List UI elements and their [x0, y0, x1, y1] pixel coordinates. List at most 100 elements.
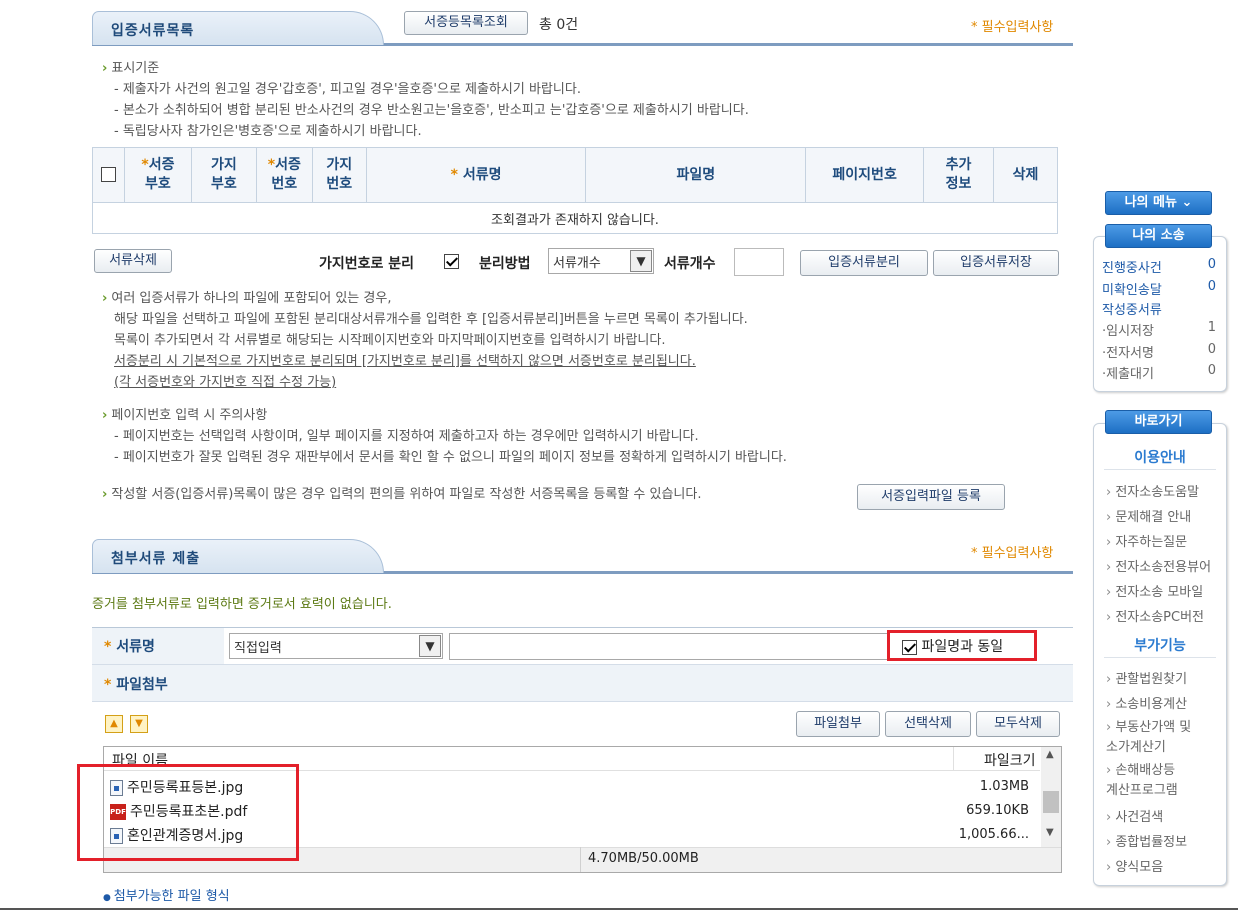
- col-evidence-number: *서증 번호: [255, 147, 313, 203]
- link-faq[interactable]: 자주하는질문: [1106, 531, 1187, 550]
- col-evidence-code: *서증 부호: [123, 147, 192, 203]
- doc-name-label-cell: * 서류명: [92, 628, 224, 664]
- divider: [1104, 469, 1216, 470]
- split-method-label: 분리방법: [479, 256, 531, 272]
- case-item-temp-saved[interactable]: ·임시저장 1: [1102, 320, 1216, 339]
- col-branch-code: 가지 부호: [190, 147, 257, 203]
- required-note: * 필수입력사항: [971, 20, 1054, 35]
- evidence-list-lookup-button[interactable]: 서증등목록조회: [404, 11, 528, 35]
- attach-file-button[interactable]: 파일첨부: [796, 711, 880, 737]
- note-line: - 페이지번호가 잘못 입력된 경우 재판부에서 문서를 확인 할 수 없으니 …: [114, 450, 787, 465]
- select-all-cell: [92, 147, 125, 203]
- my-case-panel: 진행중사건 0 미확인송달 0 작성중서류 ·임시저장 1 ·전자서명 0 ·제출대기 0: [1093, 236, 1227, 392]
- file-register-note: › 작성할 서증(입증서류)목록이 많은 경우 입력의 편의를 위하여 파일로 작…: [102, 487, 702, 502]
- guide-title: 이용안내: [1134, 450, 1186, 466]
- link-cost-calc[interactable]: 소송비용계산: [1106, 693, 1187, 712]
- case-item-drafting[interactable]: 작성중서류: [1102, 299, 1216, 318]
- note-line: - 페이지번호는 선택입력 사항이며, 일부 페이지를 지정하여 제출하고자 하…: [114, 429, 699, 444]
- chevron-down-icon: ▼: [419, 635, 441, 657]
- case-item-signed[interactable]: ·전자서명 0: [1102, 342, 1216, 361]
- case-item-in-progress[interactable]: 진행중사건 0: [1102, 257, 1216, 276]
- notes2-heading: 페이지번호 입력 시 주의사항: [111, 408, 268, 423]
- bottom-border: [0, 908, 1238, 910]
- move-down-button[interactable]: ▼: [130, 715, 148, 733]
- note-line: 서증분리 시 기본적으로 가지번호로 분리되며 [가지번호로 분리]를 선택하지…: [114, 354, 696, 369]
- file-size: 659.10KB: [966, 803, 1029, 818]
- col-branch-number: 가지 번호: [311, 147, 367, 203]
- required-note: * 필수입력사항: [971, 546, 1054, 561]
- link-property-calc[interactable]: 부동산가액 및 소가계산기: [1106, 718, 1191, 758]
- section1-tab: 입증서류목록: [92, 11, 384, 45]
- file-total-divider: [580, 847, 581, 872]
- note-line: 해당 파일을 선택하고 파일에 포함된 분리대상서류개수를 입력한 후 [입증서…: [114, 312, 748, 327]
- branch-split-label: 가지번호로 분리: [319, 256, 415, 272]
- highlight-box: [77, 764, 299, 861]
- evidence-table: *서증 부호 가지 부호 *서증 번호 가지 번호 * 서류명 파일명 페이지번…: [92, 147, 1059, 234]
- link-court-finder[interactable]: 관할법원찾기: [1106, 668, 1187, 687]
- col-extra-info: 추가 정보: [923, 147, 994, 203]
- doc-count-label: 서류개수: [664, 256, 716, 272]
- file-total-size: 4.70MB/50.00MB: [588, 851, 699, 866]
- scroll-thumb[interactable]: [1043, 791, 1059, 813]
- section2-tab: 첨부서류 제출: [92, 539, 384, 573]
- rule-line: - 본소가 소취하되어 병합 분리된 반소사건의 경우 반소원고는'을호증', …: [114, 103, 749, 118]
- my-case-button[interactable]: 나의 소송: [1105, 224, 1212, 248]
- link-viewer[interactable]: 전자소송전용뷰어: [1106, 556, 1211, 575]
- empty-result-message: 조회결과가 존재하지 않습니다.: [92, 202, 1058, 234]
- display-rules-heading: 표시기준: [111, 61, 160, 76]
- col-document-name: * 서류명: [365, 147, 587, 203]
- allowed-file-formats-link[interactable]: ● 첨부가능한 파일 형식: [103, 885, 230, 904]
- link-damages-calc[interactable]: 손해배상등 계산프로그램: [1106, 761, 1178, 801]
- chevron-down-icon: ⌄: [1181, 195, 1193, 210]
- attachment-warning: 증거를 첨부서류로 입력하면 증거로서 효력이 없습니다.: [92, 597, 392, 612]
- scroll-down-icon[interactable]: ▼: [1046, 827, 1054, 838]
- link-troubleshoot[interactable]: 문제해결 안내: [1106, 506, 1191, 525]
- link-legal-info[interactable]: 종합법률정보: [1106, 831, 1187, 850]
- split-method-select[interactable]: 서류개수 ▼: [548, 248, 654, 274]
- file-size-header-divider: [953, 747, 954, 771]
- shortcut-button[interactable]: 바로가기: [1105, 410, 1212, 434]
- rule-line: - 제출자가 사건의 원고일 경우'갑호증', 피고일 경우'을호증'으로 제출…: [114, 82, 581, 97]
- doc-count-input[interactable]: [734, 248, 784, 276]
- file-size: 1,005.66...: [958, 827, 1029, 842]
- extra-title: 부가기능: [1134, 638, 1186, 654]
- total-count: 총 0건: [539, 17, 579, 33]
- link-case-search[interactable]: 사건검색: [1106, 806, 1163, 825]
- branch-split-checkbox[interactable]: [444, 254, 459, 269]
- case-item-waiting[interactable]: ·제출대기 0: [1102, 363, 1216, 382]
- select-all-checkbox[interactable]: [100, 167, 116, 182]
- file-attach-row: * 파일첨부: [92, 665, 1073, 702]
- register-evidence-file-button[interactable]: 서증입력파일 등록: [857, 484, 1005, 510]
- delete-document-button[interactable]: 서류삭제: [94, 249, 172, 273]
- case-item-unconfirmed[interactable]: 미확인송달 0: [1102, 279, 1216, 298]
- rule-line: - 독립당사자 참가인은'병호증'으로 제출하시기 바랍니다.: [114, 124, 422, 139]
- note-line: (각 서증번호와 가지번호 직접 수정 가능): [114, 375, 337, 390]
- file-size-header: 파일크기: [984, 753, 1036, 769]
- col-page-number: 페이지번호: [805, 147, 925, 203]
- save-evidence-button[interactable]: 입증서류저장: [933, 250, 1059, 276]
- split-notes: › 여러 입증서류가 하나의 파일에 포함되어 있는 경우, 해당 파일을 선택하…: [102, 288, 1032, 393]
- shortcut-panel: 이용안내 전자소송도움말 문제해결 안내 자주하는질문 전자소송전용뷰어 전자소…: [1093, 423, 1227, 886]
- link-mobile[interactable]: 전자소송 모바일: [1106, 581, 1203, 600]
- col-delete: 삭제: [992, 147, 1059, 203]
- doc-name-select[interactable]: 직접입력 ▼: [229, 633, 443, 659]
- my-menu-button[interactable]: 나의 메뉴 ⌄: [1105, 191, 1212, 215]
- note-line: 여러 입증서류가 하나의 파일에 포함되어 있는 경우,: [111, 291, 392, 306]
- delete-all-button[interactable]: 모두삭제: [976, 711, 1060, 737]
- highlight-box: [887, 630, 1037, 661]
- delete-selected-button[interactable]: 선택삭제: [885, 711, 971, 737]
- link-pc[interactable]: 전자소송PC버전: [1106, 606, 1204, 625]
- display-rules: › 표시기준 - 제출자가 사건의 원고일 경우'갑호증', 피고일 경우'을호증…: [102, 58, 1002, 142]
- scroll-up-icon[interactable]: ▲: [1046, 749, 1054, 760]
- col-file-name: 파일명: [585, 147, 807, 203]
- chevron-down-icon: ▼: [630, 250, 652, 272]
- link-forms[interactable]: 양식모음: [1106, 856, 1163, 875]
- split-evidence-button[interactable]: 입증서류분리: [800, 250, 928, 276]
- doc-name-input[interactable]: [449, 633, 889, 660]
- file-list-scrollbar[interactable]: ▲ ▼: [1041, 747, 1061, 847]
- note-line: 목록이 추가되면서 각 서류별로 해당되는 시작페이지번호와 마지막페이지번호를…: [114, 333, 666, 348]
- link-help[interactable]: 전자소송도움말: [1106, 481, 1199, 500]
- file-size: 1.03MB: [979, 779, 1029, 794]
- page-number-notes: › 페이지번호 입력 시 주의사항 - 페이지번호는 선택입력 사항이며, 일부 …: [102, 405, 1032, 468]
- move-up-button[interactable]: ▲: [105, 715, 123, 733]
